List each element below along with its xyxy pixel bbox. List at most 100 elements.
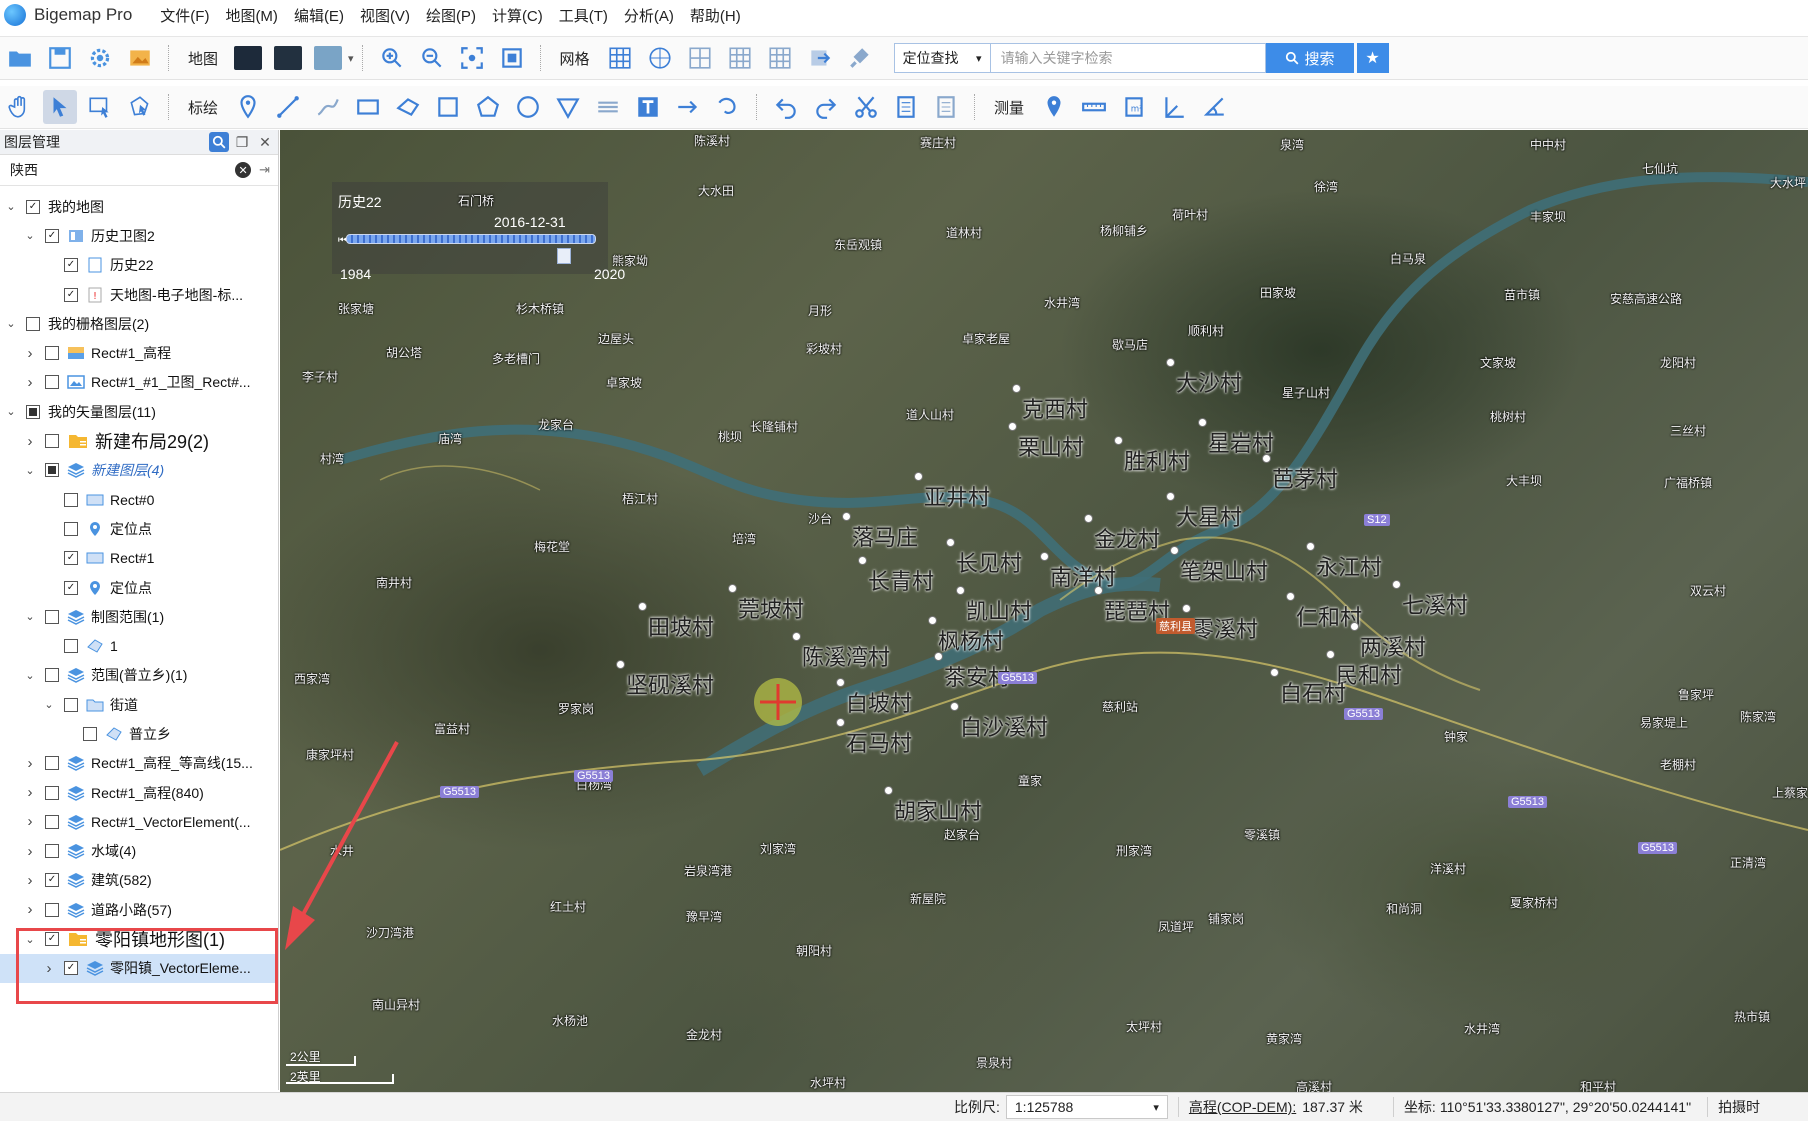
layer-visibility-checkbox[interactable]	[45, 375, 59, 390]
search-input[interactable]	[989, 43, 1266, 73]
layer-tree-row[interactable]: ⌄ ✓ 历史卫图2	[0, 221, 278, 250]
curve-arrow-icon[interactable]	[711, 90, 745, 124]
measure-distance-icon[interactable]	[1077, 90, 1111, 124]
layer-tree-row[interactable]: Rect#0	[0, 485, 278, 514]
menu-edit[interactable]: 编辑(E)	[286, 5, 352, 26]
menu-file[interactable]: 文件(F)	[152, 5, 217, 26]
layer-visibility-checkbox[interactable]: ✓	[64, 551, 78, 566]
layer-tree-row[interactable]: ⌄ 范围(普立乡)(1)	[0, 661, 278, 690]
layer-tree-row[interactable]: ✓ 定位点	[0, 573, 278, 602]
village-point[interactable]	[1012, 384, 1021, 393]
village-point[interactable]	[1084, 514, 1093, 523]
village-point[interactable]	[836, 718, 845, 727]
select-box-icon[interactable]	[83, 90, 117, 124]
measure-height-icon[interactable]	[1157, 90, 1191, 124]
layer-tree-row[interactable]: ✓ Rect#1	[0, 544, 278, 573]
expand-closed-chevron-icon[interactable]: ›	[23, 901, 37, 918]
village-point[interactable]	[1166, 358, 1175, 367]
layer-tree-row[interactable]: › 水域(4)	[0, 837, 278, 866]
expand-open-chevron-icon[interactable]: ⌄	[4, 317, 18, 331]
pentagon-draw-icon[interactable]	[471, 90, 505, 124]
location-target-marker[interactable]	[754, 678, 802, 726]
menu-analysis[interactable]: 分析(A)	[616, 5, 682, 26]
village-point[interactable]	[1170, 546, 1179, 555]
expand-closed-chevron-icon[interactable]: ›	[23, 843, 37, 860]
clear-brush-icon[interactable]	[843, 41, 877, 75]
expand-open-chevron-icon[interactable]: ⌄	[42, 698, 56, 712]
village-point[interactable]	[638, 602, 647, 611]
layer-tree-row[interactable]: 1	[0, 631, 278, 660]
layer-visibility-checkbox[interactable]	[45, 814, 59, 829]
layer-visibility-checkbox[interactable]: ✓	[64, 287, 78, 302]
chevron-down-icon[interactable]: ▾	[348, 52, 354, 65]
save-icon[interactable]	[43, 41, 77, 75]
layer-visibility-checkbox[interactable]	[45, 463, 59, 478]
village-point[interactable]	[1008, 422, 1017, 431]
layer-tree-row[interactable]: ✓! 天地图-电子地图-标...	[0, 280, 278, 309]
marker-pin-icon[interactable]	[231, 90, 265, 124]
grid-icon[interactable]	[603, 41, 637, 75]
village-point[interactable]	[1286, 592, 1295, 601]
expand-open-chevron-icon[interactable]: ⌄	[23, 463, 37, 477]
collapse-panel-icon[interactable]: ⇥	[259, 162, 270, 178]
scale-select[interactable]: 1:125788 ▾	[1005, 1095, 1168, 1119]
village-point[interactable]	[884, 786, 893, 795]
measure-area-icon[interactable]: m²	[1117, 90, 1151, 124]
cut-scissors-icon[interactable]	[849, 90, 883, 124]
layer-visibility-checkbox[interactable]: ✓	[64, 580, 78, 595]
layer-tree-row[interactable]: ⌄ 街道	[0, 690, 278, 719]
open-folder-icon[interactable]	[3, 41, 37, 75]
village-point[interactable]	[728, 584, 737, 593]
layer-visibility-checkbox[interactable]	[83, 726, 97, 741]
zoom-out-icon[interactable]	[415, 41, 449, 75]
latlng-grid-icon[interactable]	[643, 41, 677, 75]
layer-visibility-checkbox[interactable]	[45, 785, 59, 800]
layer-visibility-checkbox[interactable]	[64, 492, 78, 507]
village-point[interactable]	[1040, 552, 1049, 561]
layer-visibility-checkbox[interactable]	[26, 404, 40, 419]
pan-hand-icon[interactable]	[3, 90, 37, 124]
layer-tree-row[interactable]: › Rect#1_高程(840)	[0, 778, 278, 807]
layer-export-icon[interactable]	[803, 41, 837, 75]
layer-tree-row[interactable]: 普立乡	[0, 719, 278, 748]
layer-visibility-checkbox[interactable]	[45, 609, 59, 624]
village-point[interactable]	[616, 660, 625, 669]
layer-visibility-checkbox[interactable]	[64, 697, 78, 712]
village-point[interactable]	[950, 702, 959, 711]
search-mode-select[interactable]: 定位查找 ▾	[893, 43, 990, 73]
nm-grid-icon[interactable]	[723, 41, 757, 75]
village-point[interactable]	[836, 678, 845, 687]
layer-tree-row[interactable]: › Rect#1_#1_卫图_Rect#...	[0, 368, 278, 397]
menu-compute[interactable]: 计算(C)	[484, 5, 551, 26]
mgrs-grid-icon[interactable]	[763, 41, 797, 75]
square-draw-icon[interactable]	[431, 90, 465, 124]
arrow-tool-icon[interactable]	[671, 90, 705, 124]
panel-search-icon[interactable]	[209, 132, 229, 152]
text-tool-icon[interactable]	[631, 90, 665, 124]
village-point[interactable]	[1114, 436, 1123, 445]
zoom-in-icon[interactable]	[375, 41, 409, 75]
fullscreen-icon[interactable]	[495, 41, 529, 75]
layer-visibility-checkbox[interactable]: ✓	[45, 873, 59, 888]
menu-draw[interactable]: 绘图(P)	[418, 5, 484, 26]
expand-closed-chevron-icon[interactable]: ›	[23, 755, 37, 772]
night-map-icon[interactable]	[271, 41, 305, 75]
elevation-line-icon[interactable]	[591, 90, 625, 124]
freehand-line-icon[interactable]	[311, 90, 345, 124]
polygon-draw-icon[interactable]	[391, 90, 425, 124]
layer-tree-row[interactable]: ⌄ 制图范围(1)	[0, 602, 278, 631]
layer-visibility-checkbox[interactable]	[45, 902, 59, 917]
layer-tree-row[interactable]: › Rect#1_高程	[0, 338, 278, 367]
measure-point-icon[interactable]	[1037, 90, 1071, 124]
menu-view[interactable]: 视图(V)	[352, 5, 418, 26]
clear-filter-icon[interactable]: ✕	[235, 162, 252, 178]
layer-tree-row[interactable]: › Rect#1_高程_等高线(15...	[0, 749, 278, 778]
village-point[interactable]	[956, 586, 965, 595]
circle-draw-icon[interactable]	[511, 90, 545, 124]
polyline-icon[interactable]	[271, 90, 305, 124]
select-polygon-icon[interactable]	[123, 90, 157, 124]
village-point[interactable]	[1182, 604, 1191, 613]
panel-float-icon[interactable]: ❐	[232, 132, 252, 152]
village-point[interactable]	[934, 652, 943, 661]
layer-tree-row[interactable]: › 新建布局29(2)	[0, 426, 278, 455]
